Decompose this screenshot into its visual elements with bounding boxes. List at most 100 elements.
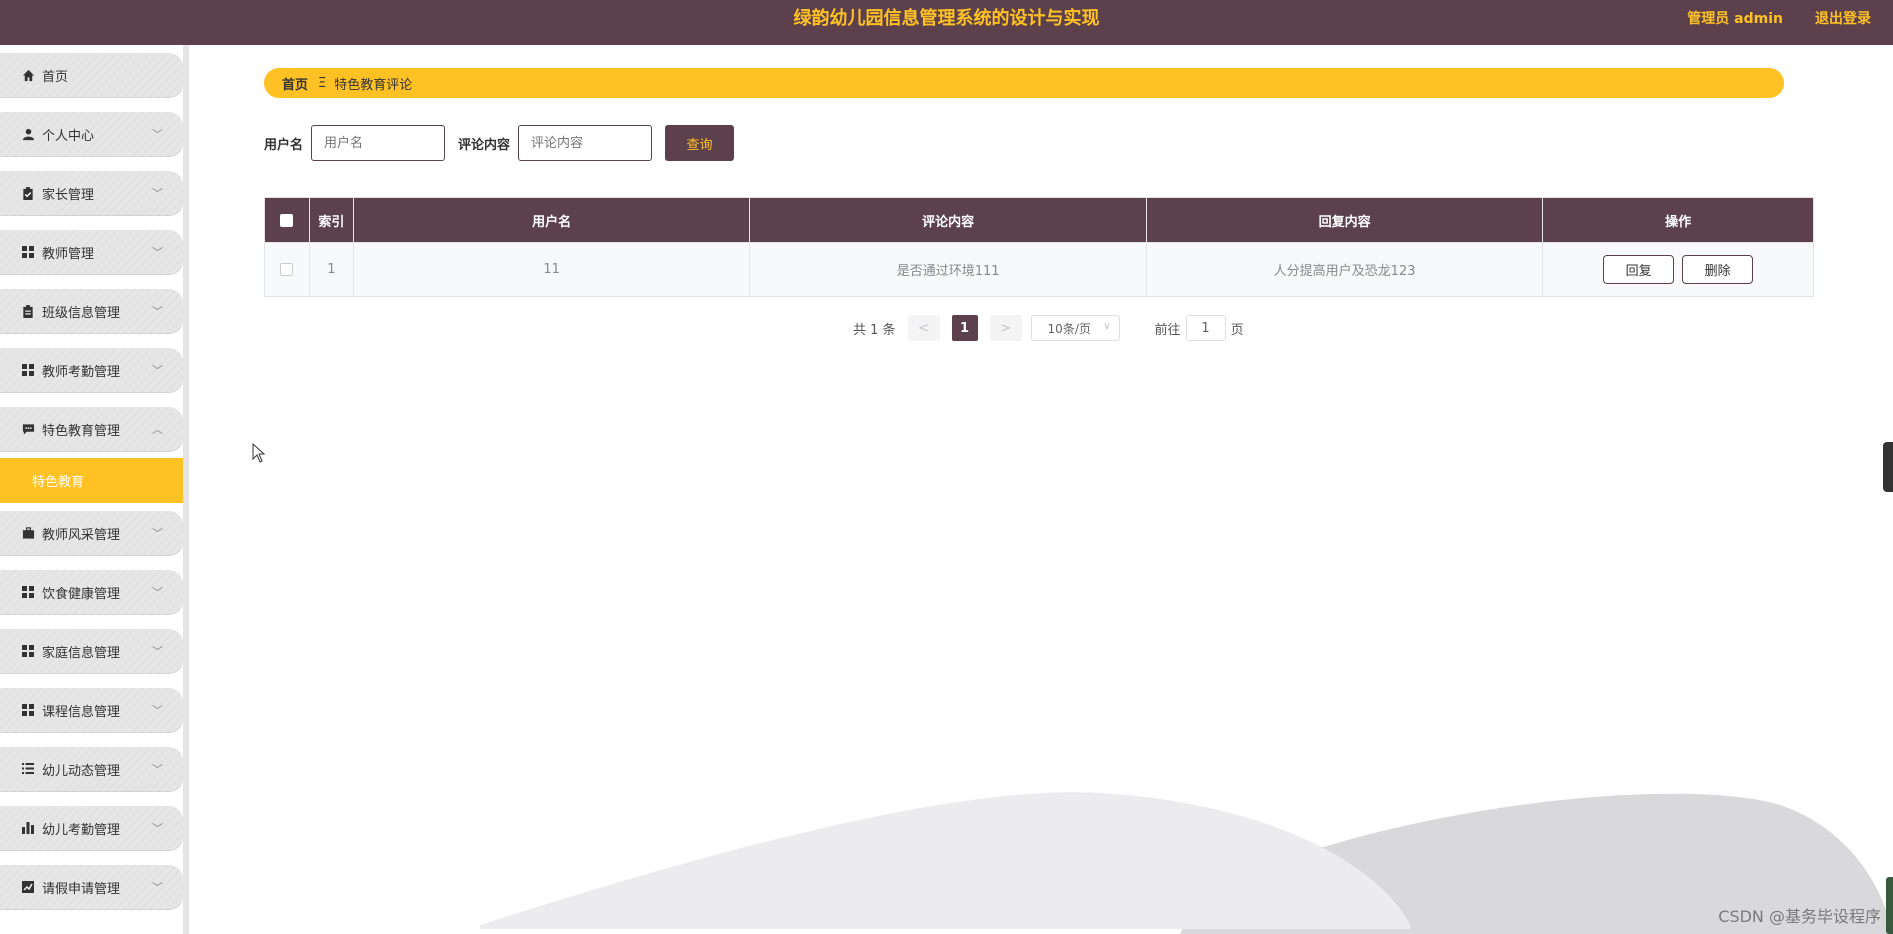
column-header-comment: 评论内容 <box>750 198 1147 242</box>
side-panel-tab-bottom[interactable] <box>1886 877 1893 934</box>
page-unit-label: 页 <box>1230 322 1244 338</box>
chevron-down-icon: ﹀ <box>152 704 163 717</box>
page-size-select[interactable]: 10条/页 ∨ <box>1030 315 1120 341</box>
top-bar: 绿韵幼儿园信息管理系统的设计与实现 管理员 admin 退出登录 <box>0 0 1893 45</box>
sidebar-item-class-info[interactable]: 班级信息管理 ﹀ <box>0 281 183 340</box>
page-number-button[interactable]: 1 <box>951 315 978 341</box>
chevron-down-icon: ﹀ <box>152 645 163 658</box>
comments-table: 索引 用户名 评论内容 回复内容 操作 1 11 是否通过环境111 人分提高用… <box>264 197 1814 297</box>
sidebar-item-label: 幼儿考勤管理 <box>42 823 121 838</box>
table-header: 索引 用户名 评论内容 回复内容 操作 <box>265 198 1813 242</box>
column-header-reply: 回复内容 <box>1147 198 1544 242</box>
sidebar-item-label: 个人中心 <box>42 129 95 144</box>
list-icon <box>21 762 35 777</box>
sidebar-item-home[interactable]: 首页 <box>0 45 183 104</box>
clipboard-icon <box>21 186 35 201</box>
breadcrumb-current: 特色教育评论 <box>334 77 413 93</box>
chevron-down-icon: ﹀ <box>152 128 163 141</box>
line-chart-icon <box>21 880 35 895</box>
sidebar: 首页 个人中心 ﹀ 家长管理 ﹀ 教师管理 ﹀ 班级信息管理 ﹀ 教师考勤管理 … <box>0 45 189 934</box>
select-all-checkbox[interactable] <box>280 213 294 227</box>
chevron-down-icon: ﹀ <box>152 586 163 599</box>
grid-icon <box>21 585 35 600</box>
sidebar-item-label: 家长管理 <box>42 188 95 203</box>
chevron-down-icon: ﹀ <box>152 305 163 318</box>
user-icon <box>21 128 35 142</box>
sidebar-item-course-info[interactable]: 课程信息管理 ﹀ <box>0 680 183 739</box>
bar-chart-icon <box>21 821 35 836</box>
watermark: CSDN @基务毕设程序 <box>1718 907 1881 926</box>
decorative-hills <box>480 792 1893 934</box>
column-header-username: 用户名 <box>354 198 751 242</box>
grid-icon <box>21 644 35 659</box>
sidebar-item-teacher-style[interactable]: 教师风采管理 ﹀ <box>0 503 183 562</box>
sidebar-item-leave-request[interactable]: 请假申请管理 ﹀ <box>0 857 183 916</box>
sidebar-item-teacher-attendance[interactable]: 教师考勤管理 ﹀ <box>0 340 183 399</box>
comment-label: 评论内容 <box>458 137 511 153</box>
mouse-cursor-icon <box>252 442 266 467</box>
home-icon <box>21 69 35 83</box>
sidebar-item-label: 教师风采管理 <box>42 528 121 543</box>
sidebar-item-personal-center[interactable]: 个人中心 ﹀ <box>0 104 183 163</box>
sidebar-item-label: 教师考勤管理 <box>42 365 121 380</box>
submenu-item-special-education[interactable]: 特色教育 <box>0 458 183 503</box>
clipboard-icon <box>21 304 35 319</box>
logout-link[interactable]: 退出登录 <box>1815 0 1871 38</box>
sidebar-item-label: 特色教育管理 <box>42 424 121 439</box>
sidebar-item-label: 班级信息管理 <box>42 306 121 321</box>
sidebar-item-teachers[interactable]: 教师管理 ﹀ <box>0 222 183 281</box>
goto-page-input[interactable]: 1 <box>1185 315 1226 341</box>
grid-icon <box>21 703 35 718</box>
pagination-total: 共 1 条 <box>853 322 896 338</box>
cell-comment: 是否通过环境111 <box>750 243 1147 296</box>
breadcrumb-home[interactable]: 首页 <box>282 74 308 93</box>
sidebar-item-label: 家庭信息管理 <box>42 646 121 661</box>
query-button[interactable]: 查询 <box>665 125 735 161</box>
sidebar-item-parents[interactable]: 家长管理 ﹀ <box>0 163 183 222</box>
sidebar-item-child-news[interactable]: 幼儿动态管理 ﹀ <box>0 739 183 798</box>
page-size-value: 10条/页 <box>1047 321 1091 336</box>
username-label: 用户名 <box>264 137 304 153</box>
breadcrumb: 首页 Ξ 特色教育评论 <box>264 68 1784 98</box>
username-search-input[interactable] <box>311 125 446 161</box>
sidebar-item-label: 幼儿动态管理 <box>42 764 121 779</box>
delete-button[interactable]: 删除 <box>1682 255 1754 284</box>
chevron-down-icon: ﹀ <box>152 881 163 894</box>
reply-button[interactable]: 回复 <box>1603 255 1675 284</box>
prev-page-button[interactable]: < <box>907 315 940 341</box>
chevron-down-icon: ﹀ <box>152 527 163 540</box>
chevron-down-icon: ﹀ <box>152 246 163 259</box>
comment-search-input[interactable] <box>518 125 653 161</box>
row-checkbox[interactable] <box>280 263 294 276</box>
cell-reply: 人分提高用户及恐龙123 <box>1147 243 1544 296</box>
pagination: 共 1 条 < 1 > 10条/页 ∨ 前往 1 页 <box>853 315 1244 341</box>
sidebar-item-label: 课程信息管理 <box>42 705 121 720</box>
sidebar-item-label: 饮食健康管理 <box>42 587 121 602</box>
sidebar-item-child-attendance[interactable]: 幼儿考勤管理 ﹀ <box>0 798 183 857</box>
sidebar-item-label: 请假申请管理 <box>42 882 121 897</box>
goto-label: 前往 <box>1154 322 1181 338</box>
sidebar-item-family-info[interactable]: 家庭信息管理 ﹀ <box>0 621 183 680</box>
sidebar-item-diet-health[interactable]: 饮食健康管理 ﹀ <box>0 562 183 621</box>
chevron-down-icon: ﹀ <box>152 364 163 377</box>
table-row: 1 11 是否通过环境111 人分提高用户及恐龙123 回复 删除 <box>265 242 1813 296</box>
cell-username: 11 <box>354 243 751 296</box>
comment-icon <box>21 423 35 437</box>
grid-icon <box>21 245 35 260</box>
sidebar-item-special-education[interactable]: 特色教育管理 ︿ <box>0 399 183 458</box>
search-form: 用户名 评论内容 查询 <box>264 125 735 161</box>
side-panel-tab[interactable] <box>1883 442 1893 492</box>
next-page-button[interactable]: > <box>989 315 1022 341</box>
app-title: 绿韵幼儿园信息管理系统的设计与实现 <box>793 8 1100 29</box>
column-header-actions: 操作 <box>1665 214 1692 230</box>
cell-index: 1 <box>310 243 354 296</box>
chevron-down-icon: ﹀ <box>152 187 163 200</box>
admin-user-label[interactable]: 管理员 admin <box>1687 0 1783 38</box>
chevron-down-icon: ﹀ <box>152 763 163 776</box>
grid-icon <box>21 363 35 378</box>
chevron-up-icon: ︿ <box>152 423 163 436</box>
sidebar-item-label: 首页 <box>42 70 69 85</box>
column-header-index: 索引 <box>310 198 354 242</box>
submenu-item-label: 特色教育 <box>32 475 85 490</box>
sidebar-item-label: 教师管理 <box>42 247 95 262</box>
